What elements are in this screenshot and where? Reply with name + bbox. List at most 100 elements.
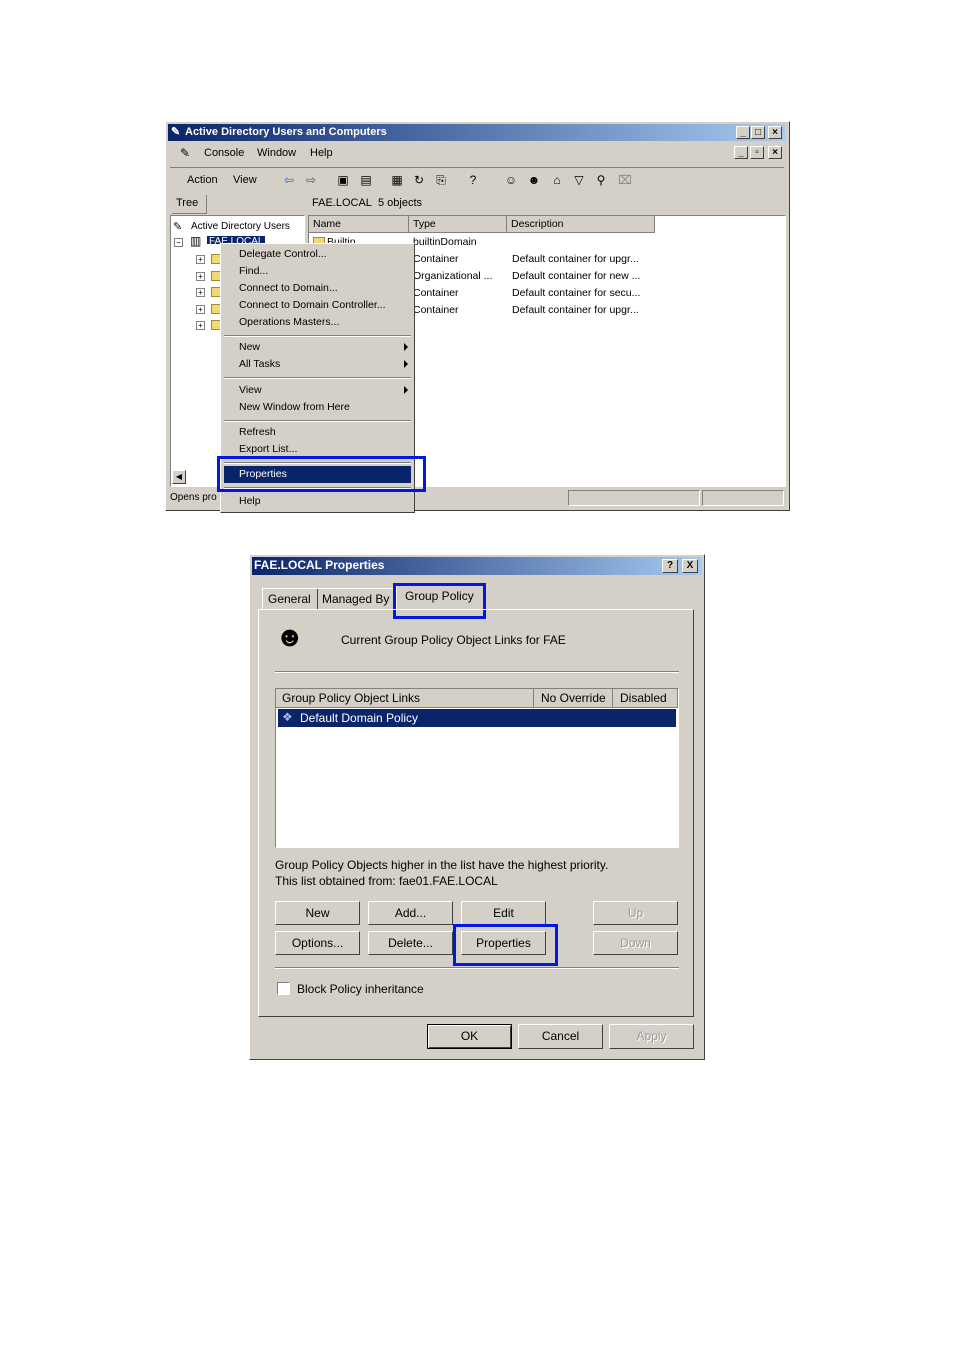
menu-item-view[interactable]: View <box>239 384 262 396</box>
up-folder-icon[interactable]: ▣ <box>336 173 350 187</box>
close-button[interactable]: × <box>768 126 782 139</box>
menu-item-operations-masters[interactable]: Operations Masters... <box>239 316 339 328</box>
add-to-group-icon[interactable]: ⌧ <box>618 173 632 187</box>
column-header-disabled[interactable]: Disabled <box>613 689 678 708</box>
row-description: Default container for upgr... <box>512 304 639 316</box>
menu-action[interactable]: Action <box>187 174 218 186</box>
tab-general[interactable]: General <box>262 588 318 609</box>
expand-icon[interactable]: + <box>196 255 205 264</box>
menu-item-help[interactable]: Help <box>239 495 261 507</box>
column-header-name[interactable]: Name <box>309 216 409 233</box>
new-group-icon[interactable]: ☻ <box>527 173 541 187</box>
tree-scroll-left-button[interactable]: ◀ <box>172 470 186 484</box>
minimize-button[interactable]: _ <box>736 126 750 139</box>
results-domain-label: FAE.LOCAL <box>312 197 372 209</box>
highlight-box-properties-button <box>453 924 558 966</box>
menu-item-delegate-control[interactable]: Delegate Control... <box>239 248 327 260</box>
child-minimize-button[interactable]: _ <box>734 146 748 159</box>
expand-icon[interactable]: + <box>196 272 205 281</box>
console-menu-icon: ✎ <box>180 146 191 160</box>
gpo-list-item[interactable]: ❖ Default Domain Policy <box>278 709 676 727</box>
new-ou-icon[interactable]: ⌂ <box>550 173 564 187</box>
gpo-links-list[interactable]: Group Policy Object Links No Override Di… <box>275 688 679 848</box>
row-type: Container <box>413 287 459 299</box>
dialog-titlebar[interactable]: FAE.LOCAL Properties <box>252 557 702 575</box>
menu-separator <box>224 420 411 422</box>
tab-managed-by[interactable]: Managed By <box>316 588 395 609</box>
show-tree-icon[interactable]: ▤ <box>359 173 373 187</box>
delete-button[interactable]: Delete... <box>368 931 453 955</box>
options-button[interactable]: Options... <box>275 931 360 955</box>
properties-icon[interactable]: ▦ <box>390 173 404 187</box>
status-panel <box>568 490 700 506</box>
gpo-item-label: Default Domain Policy <box>300 711 419 725</box>
submenu-arrow-icon <box>404 343 408 351</box>
back-arrow-icon[interactable]: ⇦ <box>282 173 296 187</box>
status-panel <box>702 490 784 506</box>
group-policy-icon: ☻ <box>275 621 305 652</box>
expand-icon[interactable]: + <box>196 288 205 297</box>
expand-icon[interactable]: + <box>196 305 205 314</box>
column-header-type[interactable]: Type <box>409 216 507 233</box>
ok-button[interactable]: OK <box>427 1024 512 1049</box>
apply-button[interactable]: Apply <box>609 1024 694 1049</box>
obtained-from-info: This list obtained from: fae01.FAE.LOCAL <box>275 874 498 888</box>
expand-icon[interactable]: + <box>196 321 205 330</box>
dialog-close-button[interactable]: X <box>682 559 698 573</box>
block-inheritance-checkbox[interactable] <box>277 982 290 995</box>
row-type: Organizational ... <box>413 270 493 282</box>
menu-item-new[interactable]: New <box>239 341 260 353</box>
help-button[interactable]: ? <box>662 559 678 573</box>
aduc-title: Active Directory Users and Computers <box>185 126 387 138</box>
filter-icon[interactable]: ▽ <box>572 173 586 187</box>
new-user-icon[interactable]: ☺ <box>504 173 518 187</box>
edit-button[interactable]: Edit <box>461 901 546 925</box>
tree-tab[interactable]: Tree <box>172 195 207 214</box>
menu-separator <box>224 377 411 379</box>
add-button[interactable]: Add... <box>368 901 453 925</box>
menu-console[interactable]: Console <box>204 147 244 159</box>
menu-view[interactable]: View <box>233 174 257 186</box>
menu-window[interactable]: Window <box>257 147 296 159</box>
forward-arrow-icon[interactable]: ⇨ <box>304 173 318 187</box>
menu-item-all-tasks[interactable]: All Tasks <box>239 358 280 370</box>
down-button[interactable]: Down <box>593 931 678 955</box>
menu-help[interactable]: Help <box>310 147 333 159</box>
menu-item-connect-domain[interactable]: Connect to Domain... <box>239 282 338 294</box>
up-button[interactable]: Up <box>593 901 678 925</box>
menu-item-connect-dc[interactable]: Connect to Domain Controller... <box>239 299 386 311</box>
submenu-arrow-icon <box>404 386 408 394</box>
find-icon[interactable]: ⚲ <box>594 173 608 187</box>
child-restore-button[interactable]: ▫ <box>750 146 764 159</box>
column-header-description[interactable]: Description <box>507 216 655 233</box>
column-header-no-override[interactable]: No Override <box>534 689 613 708</box>
child-close-button[interactable]: × <box>768 146 782 159</box>
console-menubar: ✎ Console Window Help _ ▫ × <box>170 144 784 164</box>
results-header: FAE.LOCAL 5 objects <box>308 195 784 213</box>
results-object-count: 5 objects <box>378 197 423 209</box>
tab-managed-by-label: Managed By <box>322 592 390 606</box>
properties-dialog: FAE.LOCAL Properties ? X General Managed… <box>249 554 705 1060</box>
menu-item-export-list[interactable]: Export List... <box>239 443 297 455</box>
domain-icon: ▥ <box>190 234 202 248</box>
new-button[interactable]: New <box>275 901 360 925</box>
column-header-gpo-links[interactable]: Group Policy Object Links <box>276 689 534 708</box>
collapse-icon[interactable]: − <box>174 238 183 247</box>
aduc-titlebar[interactable]: ✎ Active Directory Users and Computers <box>168 124 785 141</box>
gpo-icon: ❖ <box>282 710 293 724</box>
cancel-button[interactable]: Cancel <box>518 1024 603 1049</box>
help-icon[interactable]: ? <box>466 173 480 187</box>
gpo-header-text: Current Group Policy Object Links for FA… <box>341 633 566 647</box>
export-icon[interactable]: ⎘ <box>434 173 448 187</box>
menu-item-refresh[interactable]: Refresh <box>239 426 276 438</box>
dialog-title: FAE.LOCAL Properties <box>254 558 385 572</box>
tree-root-label[interactable]: Active Directory Users <box>191 221 290 232</box>
menu-item-new-window[interactable]: New Window from Here <box>239 401 350 413</box>
priority-info: Group Policy Objects higher in the list … <box>275 858 609 872</box>
row-description: Default container for upgr... <box>512 253 639 265</box>
status-text: Opens pro <box>170 492 217 503</box>
refresh-icon[interactable]: ↻ <box>412 173 426 187</box>
maximize-button[interactable]: □ <box>751 126 765 139</box>
row-type: Container <box>413 253 459 265</box>
menu-item-find[interactable]: Find... <box>239 265 268 277</box>
